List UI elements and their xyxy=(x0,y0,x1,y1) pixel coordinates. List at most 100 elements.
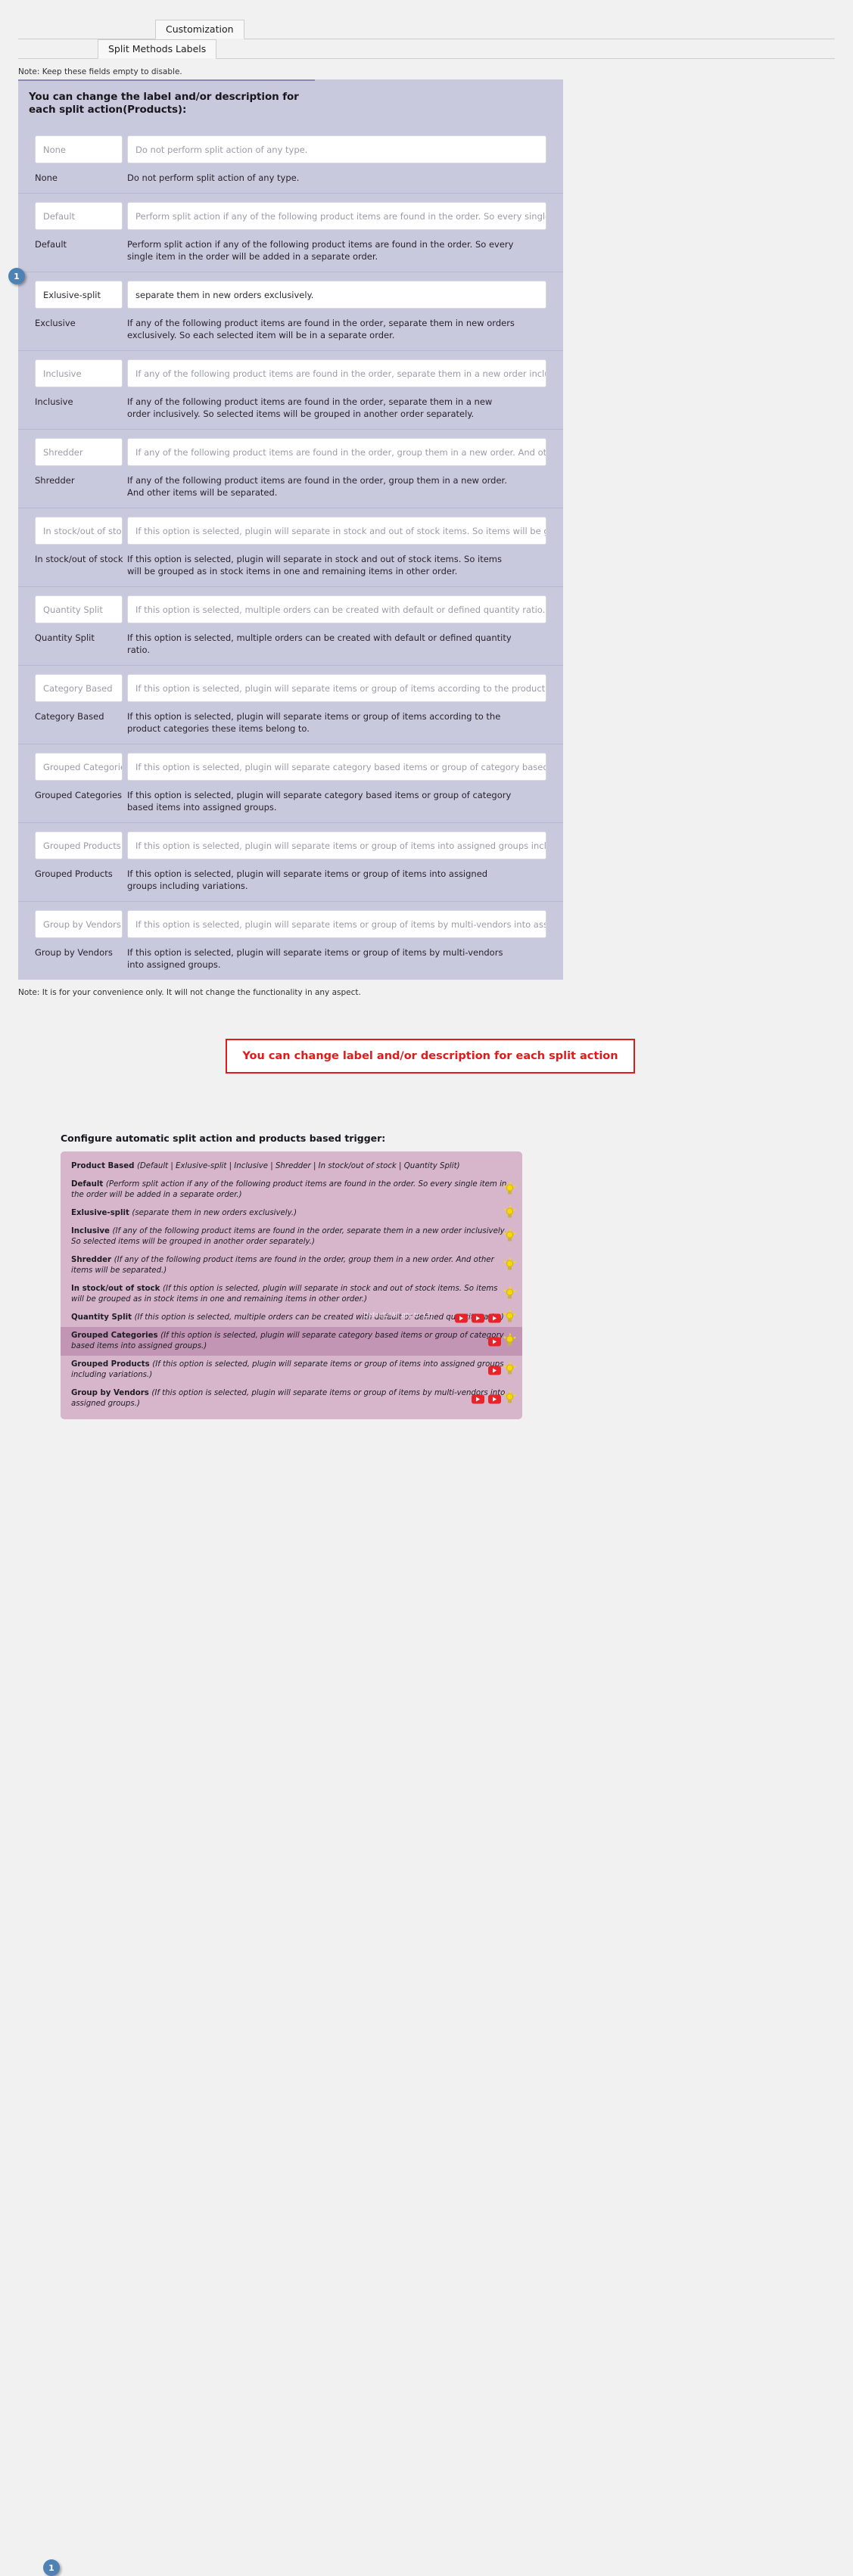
readonly-label-3: Inclusive xyxy=(35,396,73,407)
bulb-slot xyxy=(503,1257,516,1272)
summary-line: Grouped Products (If this option is sele… xyxy=(61,1356,522,1384)
lightbulb-icon[interactable] xyxy=(503,1182,516,1196)
description-input-9[interactable]: If this option is selected, plugin will … xyxy=(127,831,546,859)
summary-line: Shredder (If any of the following produc… xyxy=(61,1251,522,1280)
youtube-play-icon[interactable] xyxy=(488,1366,501,1375)
label-input-3[interactable]: Inclusive xyxy=(35,359,123,387)
readonly-label-0: None xyxy=(35,172,58,183)
readonly-description-5: If this option is selected, plugin will … xyxy=(127,554,503,576)
description-input-5[interactable]: If this option is selected, plugin will … xyxy=(127,517,546,545)
lightbulb-icon[interactable] xyxy=(503,1391,516,1405)
label-input-4[interactable]: Shredder xyxy=(35,438,123,466)
label-input-0[interactable]: None xyxy=(35,135,123,163)
row-icons xyxy=(503,1205,516,1220)
summary-line-name: Inclusive xyxy=(71,1227,113,1235)
readonly-description-9: If this option is selected, plugin will … xyxy=(127,869,488,891)
label-input-8[interactable]: Grouped Categories xyxy=(35,753,123,781)
readonly-description-4: If any of the following product items ar… xyxy=(127,475,507,498)
row-input-group: Group by Vendors If this option is select… xyxy=(18,910,563,938)
split-row: 1 Exlusive-split separate them in new orde… xyxy=(8,268,563,350)
summary-line-desc: (Perform split action if any of the foll… xyxy=(71,1180,507,1199)
panel-heading: You can change the label and/or descript… xyxy=(18,79,315,127)
row-input-group: Inclusive If any of the following product… xyxy=(18,359,563,387)
tab-customization[interactable]: Customization xyxy=(155,20,244,39)
summary-line-name: Default xyxy=(71,1180,106,1189)
row-readonly-values: Default Perform split action if any of th… xyxy=(18,230,563,272)
readonly-label-7: Category Based xyxy=(35,711,104,722)
lightbulb-icon[interactable] xyxy=(503,1362,516,1376)
row-icons xyxy=(472,1391,516,1405)
lightbulb-icon[interactable] xyxy=(503,1205,516,1220)
label-input-5[interactable]: In stock/out of stock xyxy=(35,517,123,545)
summary-line-name: Product Based xyxy=(71,1162,137,1170)
readonly-description-2: If any of the following product items ar… xyxy=(127,318,515,340)
row-input-group: Shredder If any of the following product … xyxy=(18,438,563,466)
label-input-9[interactable]: Grouped Products xyxy=(35,831,123,859)
red-callout-box: You can change label and/or description … xyxy=(226,1039,635,1074)
youtube-play-icon[interactable] xyxy=(472,1313,484,1322)
row-readonly-values: In stock/out of stock If this option is s… xyxy=(18,545,563,586)
youtube-play-icon[interactable] xyxy=(455,1313,468,1322)
summary-line-name: Grouped Categories xyxy=(71,1332,161,1340)
youtube-play-icon[interactable] xyxy=(488,1337,501,1346)
split-row: None Do not perform split action of any t… xyxy=(18,127,563,193)
tab-split-methods-labels[interactable]: Split Methods Labels xyxy=(98,39,217,59)
summary-line-name: Quantity Split xyxy=(71,1313,135,1322)
description-input-10[interactable]: If this option is selected, plugin will … xyxy=(127,910,546,938)
summary-line: Inclusive (If any of the following produ… xyxy=(61,1223,522,1251)
row-icons xyxy=(503,1182,516,1196)
description-input-2[interactable]: separate them in new orders exclusively. xyxy=(127,281,546,309)
split-row: Shredder If any of the following product … xyxy=(18,429,563,508)
split-row: Group by Vendors If this option is select… xyxy=(18,901,563,980)
summary-line: Product Based (Default | Exlusive-split … xyxy=(61,1157,522,1176)
youtube-play-icon[interactable] xyxy=(488,1394,501,1403)
description-input-6[interactable]: If this option is selected, multiple ord… xyxy=(127,595,546,623)
readonly-label-4: Shredder xyxy=(35,475,75,486)
callout-wrapper: You can change label and/or description … xyxy=(0,1039,853,1074)
label-input-7[interactable]: Category Based xyxy=(35,674,123,702)
split-labels-panel: You can change the label and/or descript… xyxy=(8,79,563,980)
lightbulb-icon[interactable] xyxy=(503,1310,516,1324)
label-input-1[interactable]: Default xyxy=(35,202,123,230)
description-input-8[interactable]: If this option is selected, plugin will … xyxy=(127,753,546,781)
youtube-play-icon[interactable] xyxy=(488,1313,501,1322)
step-badge-2: 1 xyxy=(43,2559,60,2576)
lightbulb-icon[interactable] xyxy=(503,1229,516,1243)
primary-tab-row: Customization xyxy=(18,20,835,39)
readonly-label-10: Group by Vendors xyxy=(35,947,113,958)
row-input-group: Default Perform split action if any of th… xyxy=(18,202,563,230)
split-action-summary-table: Product Based (Default | Exlusive-split … xyxy=(61,1151,522,1419)
description-input-7[interactable]: If this option is selected, plugin will … xyxy=(127,674,546,702)
label-input-2[interactable]: Exlusive-split xyxy=(35,281,123,309)
readonly-label-9: Grouped Products xyxy=(35,869,113,879)
lightbulb-icon[interactable] xyxy=(503,1286,516,1300)
label-input-10[interactable]: Group by Vendors xyxy=(35,910,123,938)
description-input-1[interactable]: Perform split action if any of the follo… xyxy=(127,202,546,230)
row-readonly-values: Exclusive If any of the following product… xyxy=(18,309,563,350)
summary-line-name: Group by Vendors xyxy=(71,1389,152,1397)
summary-line-desc: (If this option is selected, multiple or… xyxy=(134,1313,504,1322)
label-input-6[interactable]: Quantity Split xyxy=(35,595,123,623)
row-readonly-values: Category Based If this option is selected… xyxy=(18,702,563,744)
row-readonly-values: Grouped Categories If this option is sele… xyxy=(18,781,563,822)
row-input-group: Category Based If this option is selected… xyxy=(18,674,563,702)
row-icons xyxy=(488,1362,516,1376)
lightbulb-icon[interactable] xyxy=(503,1257,516,1272)
row-icons xyxy=(503,1257,516,1272)
bulb-slot xyxy=(503,1310,516,1324)
readonly-label-6: Quantity Split xyxy=(35,632,95,643)
readonly-description-1: Perform split action if any of the follo… xyxy=(127,239,514,262)
lightbulb-icon[interactable] xyxy=(503,1333,516,1347)
description-input-0[interactable]: Do not perform split action of any type. xyxy=(127,135,546,163)
split-rows-container: None Do not perform split action of any t… xyxy=(8,127,563,980)
summary-line: In stock/out of stock (If this option is… xyxy=(61,1280,522,1309)
bottom-section-title: Configure automatic split action and pro… xyxy=(61,1133,386,1144)
readonly-label-5: In stock/out of stock xyxy=(35,554,123,564)
row-readonly-values: Quantity Split If this option is selected… xyxy=(18,623,563,665)
description-input-3[interactable]: If any of the following product items ar… xyxy=(127,359,546,387)
youtube-play-icon[interactable] xyxy=(472,1394,484,1403)
row-readonly-values: Inclusive If any of the following product… xyxy=(18,387,563,429)
row-readonly-values: None Do not perform split action of any t… xyxy=(18,163,563,193)
description-input-4[interactable]: If any of the following product items ar… xyxy=(127,438,546,466)
row-input-group: Grouped Categories If this option is sele… xyxy=(18,753,563,781)
